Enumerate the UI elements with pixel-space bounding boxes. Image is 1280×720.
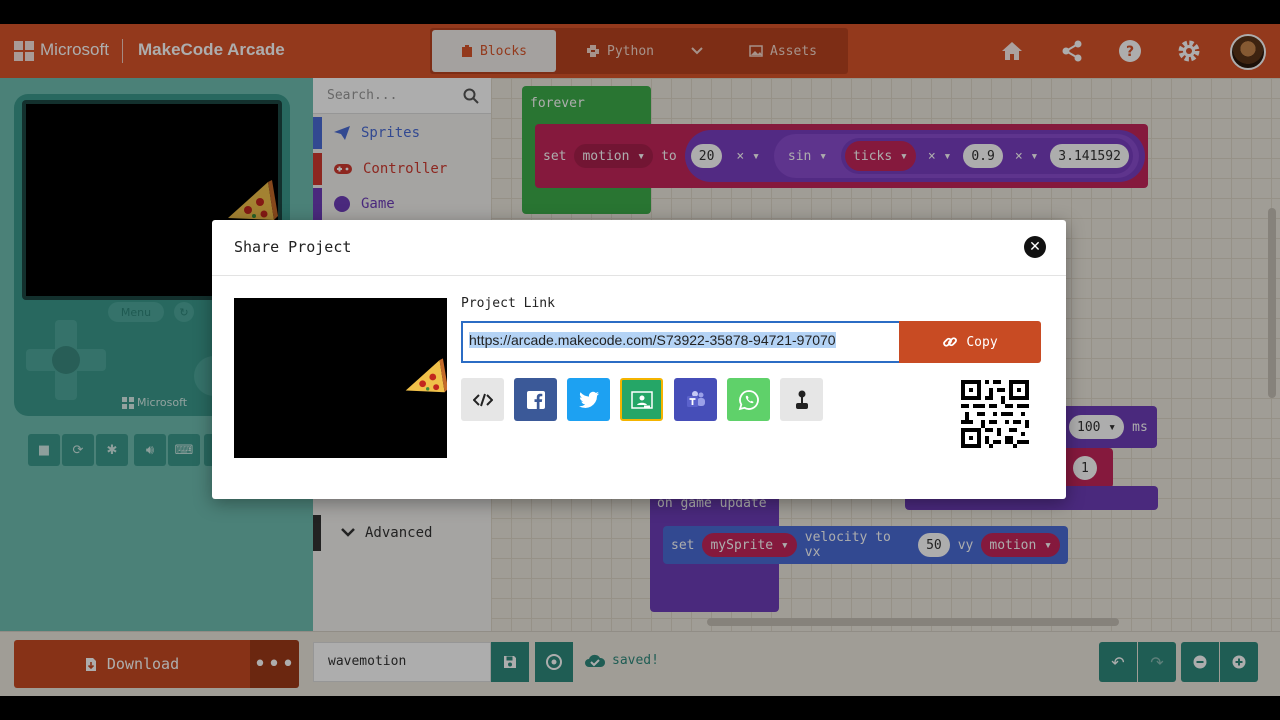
app-frame: Microsoft MakeCode Arcade Blocks Python …: [0, 24, 1280, 696]
embed-button[interactable]: [461, 378, 504, 421]
copy-button[interactable]: Copy: [899, 321, 1041, 363]
project-preview: [234, 298, 447, 458]
close-icon[interactable]: ✕: [1024, 236, 1046, 258]
copy-label: Copy: [966, 334, 998, 350]
teams-button[interactable]: [674, 378, 717, 421]
teams-icon: [686, 390, 705, 407]
twitter-icon: [578, 391, 599, 408]
whatsapp-icon: [738, 389, 759, 410]
facebook-icon: [526, 390, 545, 409]
facebook-button[interactable]: [514, 378, 557, 421]
dialog-divider: [212, 275, 1066, 276]
dialog-title: Share Project: [234, 238, 352, 256]
google-classroom-button[interactable]: [620, 378, 663, 421]
project-link-text: https://arcade.makecode.com/S73922-35878…: [469, 332, 836, 348]
qr-code: [961, 380, 1029, 448]
project-link-input[interactable]: https://arcade.makecode.com/S73922-35878…: [461, 321, 899, 363]
whatsapp-button[interactable]: [727, 378, 770, 421]
joystick-icon: [795, 390, 808, 409]
pizza-sprite: [405, 358, 447, 393]
twitter-button[interactable]: [567, 378, 610, 421]
device-button[interactable]: [780, 378, 823, 421]
google-classroom-icon: [630, 390, 653, 409]
share-project-dialog: Share Project ✕ Project Link https://arc…: [212, 220, 1066, 499]
project-link-label: Project Link: [461, 296, 555, 311]
link-icon: [943, 337, 958, 347]
embed-icon: [472, 393, 493, 406]
